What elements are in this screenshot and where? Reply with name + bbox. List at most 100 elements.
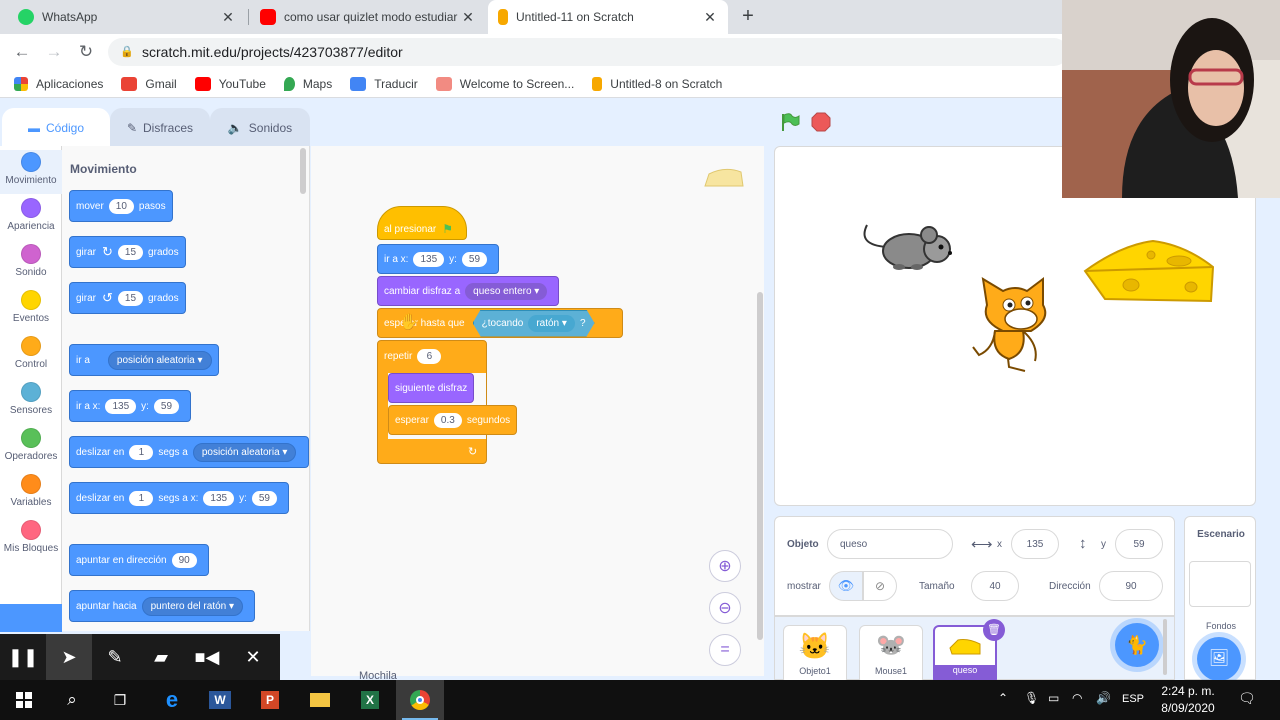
number-input[interactable]: 10 (108, 198, 134, 214)
block-switch-costume[interactable]: cambiar disfraz a queso entero (377, 276, 560, 306)
reload-button[interactable]: ↻ (76, 42, 96, 62)
choose-sprite-button[interactable]: 🐈 (1115, 623, 1159, 667)
show-hidden-toggle[interactable]: ⊘ (863, 571, 897, 601)
number-input[interactable]: 0.3 (433, 412, 462, 428)
action-center-button[interactable]: 🗨 (1238, 690, 1256, 707)
tab-youtube[interactable]: como usar quizlet modo estudiar ✕ (250, 0, 486, 34)
highlighter-tool-button[interactable]: ▰ (138, 634, 184, 680)
category-my-blocks[interactable]: Mis Bloques (0, 520, 62, 554)
cat-sprite[interactable] (965, 275, 1065, 379)
taskbar-word[interactable]: W (196, 680, 244, 720)
number-input[interactable]: 1 (129, 444, 154, 460)
number-input[interactable]: 135 (413, 251, 445, 267)
close-tab-icon[interactable]: ✕ (220, 9, 236, 26)
back-button[interactable]: ← (12, 42, 32, 62)
choose-backdrop-button[interactable]: 🖼 (1197, 637, 1241, 681)
number-input[interactable]: 135 (203, 490, 235, 506)
wifi-icon[interactable]: ◠ (1072, 691, 1082, 705)
number-input[interactable]: 6 (417, 348, 442, 364)
block-point-towards[interactable]: apuntar hacia puntero del ratón (69, 590, 256, 622)
taskbar-chrome[interactable] (396, 680, 444, 720)
number-input[interactable]: 59 (153, 398, 180, 414)
cursor-tool-button[interactable]: ➤ (46, 634, 92, 680)
block-move-steps[interactable]: mover 10 pasos (69, 190, 173, 222)
block-turn-left[interactable]: girar ↺ 15 grados (69, 282, 186, 314)
bookmark-youtube[interactable]: YouTube (194, 76, 266, 91)
number-input[interactable]: 90 (171, 552, 197, 568)
close-tab-icon[interactable]: ✕ (460, 9, 476, 26)
category-control[interactable]: Control (0, 336, 62, 370)
close-recorder-button[interactable]: ✕ (230, 634, 276, 680)
dropdown-input[interactable]: queso entero (465, 282, 548, 300)
stage-selector-pane[interactable]: Escenario Fondos 🖼 (1184, 516, 1256, 681)
category-events[interactable]: Eventos (0, 290, 62, 324)
sprite-list-scrollbar[interactable] (1163, 619, 1167, 675)
delete-sprite-button[interactable]: 🗑 (983, 619, 1005, 641)
category-sound[interactable]: Sonido (0, 244, 62, 278)
block-glide-xy[interactable]: deslizar en 1 segs a x: 135 y: 59 (69, 482, 289, 514)
stage-canvas[interactable] (774, 146, 1256, 506)
search-button[interactable]: ⌕ (48, 680, 96, 720)
stop-button[interactable] (811, 112, 831, 132)
taskbar-edge[interactable]: e (148, 680, 196, 720)
dropdown-input[interactable]: ratón (528, 315, 575, 332)
system-clock[interactable]: 2:24 p. m. 8/09/2020 (1152, 683, 1224, 717)
x-input[interactable]: 135 (1011, 529, 1059, 559)
sprite-name-input[interactable]: queso (827, 529, 953, 559)
show-hidden-icons-button[interactable]: ⌃ (998, 691, 1008, 705)
dropdown-input[interactable]: puntero del ratón (141, 596, 244, 616)
volume-icon[interactable]: 🔊 (1096, 691, 1111, 705)
taskbar-file-explorer[interactable] (296, 680, 344, 720)
number-input[interactable]: 15 (117, 244, 144, 260)
tab-scratch[interactable]: Untitled-11 on Scratch ✕ (488, 0, 728, 34)
bookmark-scratch[interactable]: Untitled-8 on Scratch (592, 76, 722, 91)
block-goto-xy[interactable]: ir a x: 135 y: 59 (377, 244, 500, 274)
block-goto-xy[interactable]: ir a x: 135 y: 59 (69, 390, 192, 422)
dropdown-input[interactable]: posición aleatoria (192, 442, 297, 462)
forward-button[interactable]: → (44, 42, 64, 62)
category-sensing[interactable]: Sensores (0, 382, 62, 416)
backdrop-thumbnail[interactable] (1189, 561, 1251, 607)
sprite-tile-mouse1[interactable]: 🐭 Mouse1 (859, 625, 923, 685)
block-glide-to[interactable]: deslizar en 1 segs a posición aleatoria (69, 436, 309, 468)
number-input[interactable]: 15 (117, 290, 144, 306)
bookmark-screencast[interactable]: Welcome to Screen... (435, 76, 574, 91)
bookmark-maps[interactable]: Maps (283, 76, 332, 91)
task-view-button[interactable]: ❐ (96, 680, 144, 720)
number-input[interactable]: 135 (105, 398, 137, 414)
block-next-costume[interactable]: siguiente disfraz (388, 373, 475, 403)
close-tab-icon[interactable]: ✕ (702, 9, 718, 26)
input-language[interactable]: ESP (1122, 693, 1144, 705)
block-wait-seconds[interactable]: esperar 0.3 segundos (388, 405, 518, 435)
address-bar[interactable]: 🔒 scratch.mit.edu/projects/423703877/edi… (108, 38, 1068, 66)
touching-condition[interactable]: ¿tocando ratón ? (473, 310, 595, 337)
category-operators[interactable]: Operadores (0, 428, 62, 462)
taskbar-excel[interactable]: X (346, 680, 394, 720)
code-workspace[interactable]: al presionar ⚑ ir a x: 135 y: 59 cambiar… (311, 146, 764, 682)
camera-toggle-button[interactable]: ■◀ (184, 634, 230, 680)
category-motion[interactable]: Movimiento (0, 150, 62, 194)
category-looks[interactable]: Apariencia (0, 198, 62, 232)
zoom-out-button[interactable]: ⊖ (709, 592, 741, 624)
cheese-sprite[interactable] (1081, 237, 1217, 309)
extensions-button[interactable] (0, 604, 62, 632)
number-input[interactable]: 1 (129, 490, 154, 506)
block-when-flag-clicked[interactable]: al presionar ⚑ (377, 206, 467, 240)
show-visible-toggle[interactable]: 👁 (829, 571, 863, 601)
zoom-in-button[interactable]: ⊕ (709, 550, 741, 582)
pause-button[interactable]: ❚❚ (0, 634, 46, 680)
tab-whatsapp[interactable]: WhatsApp ✕ (8, 0, 246, 34)
start-button[interactable] (0, 680, 48, 720)
block-point-direction[interactable]: apuntar en dirección 90 (69, 544, 209, 576)
new-tab-button[interactable]: + (738, 6, 758, 26)
direction-input[interactable]: 90 (1099, 571, 1163, 601)
size-input[interactable]: 40 (971, 571, 1019, 601)
mouse-sprite[interactable] (857, 215, 961, 279)
zoom-reset-button[interactable]: = (709, 634, 741, 666)
number-input[interactable]: 59 (251, 490, 277, 506)
block-goto[interactable]: ir a posición aleatoria (69, 344, 219, 376)
pen-tool-button[interactable]: ✎ (92, 634, 138, 680)
tab-costumes[interactable]: ✎ Disfraces (110, 108, 210, 148)
bookmark-apps[interactable]: Aplicaciones (14, 76, 103, 91)
tab-code[interactable]: ▬ Código (2, 108, 110, 148)
